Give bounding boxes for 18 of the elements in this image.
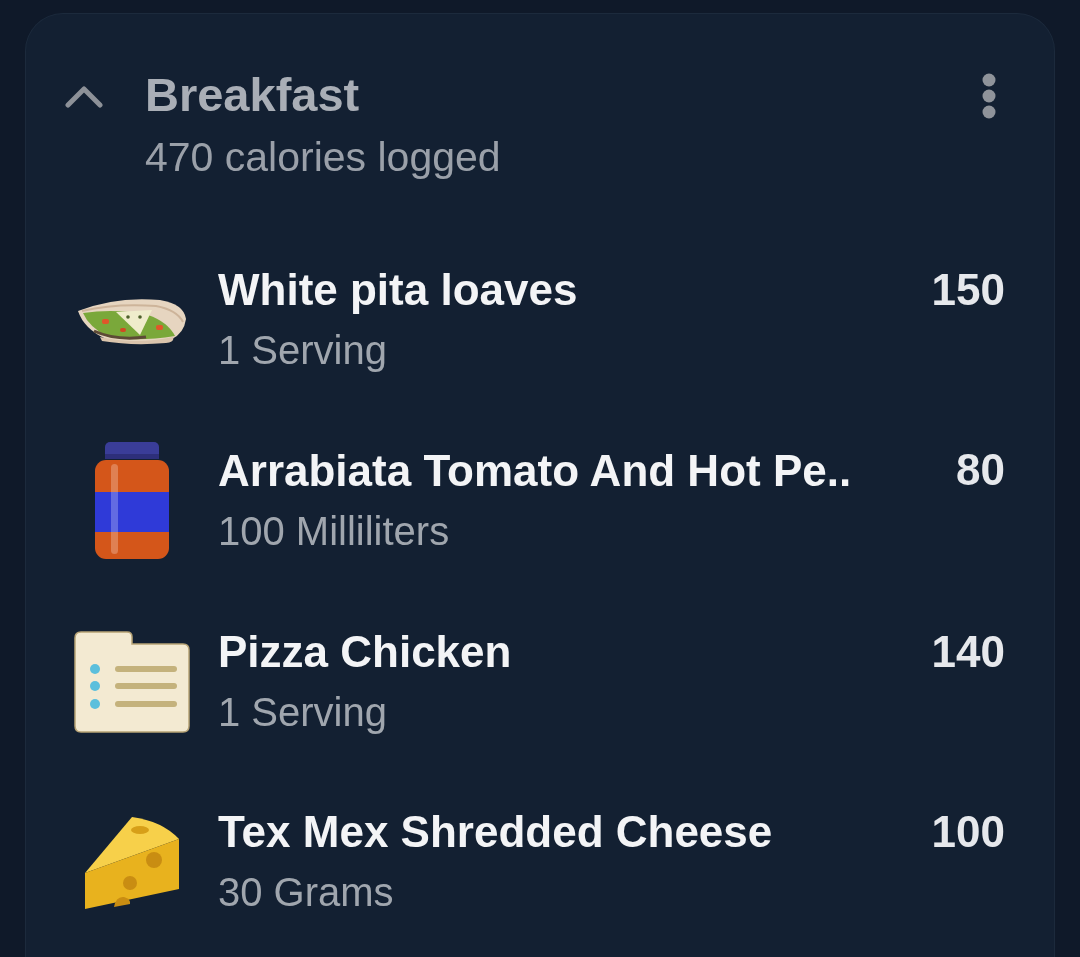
calorie-count: 150	[931, 264, 1005, 316]
serving-size: 1 Serving	[218, 689, 387, 736]
food-name: Pizza Chicken	[218, 626, 512, 678]
serving-size: 1 Serving	[218, 327, 387, 374]
food-name: Tex Mex Shredded Cheese	[218, 806, 773, 858]
calorie-count: 100	[931, 806, 1005, 858]
meal-title: Breakfast	[145, 67, 361, 123]
food-name: White pita loaves	[218, 264, 578, 316]
food-name: Arrabiata Tomato And Hot Pe..	[218, 445, 852, 497]
serving-size: 30 Grams	[218, 869, 394, 916]
serving-size: 100 Milliliters	[218, 508, 450, 555]
chevron-up-icon[interactable]	[65, 84, 103, 108]
calorie-count: 140	[931, 626, 1005, 678]
more-options-icon[interactable]	[982, 73, 996, 119]
sauce-jar-icon	[93, 442, 171, 560]
calorie-count: 80	[956, 444, 1005, 496]
folder-list-icon	[73, 630, 191, 734]
calories-summary: 470 calories logged	[145, 133, 501, 182]
